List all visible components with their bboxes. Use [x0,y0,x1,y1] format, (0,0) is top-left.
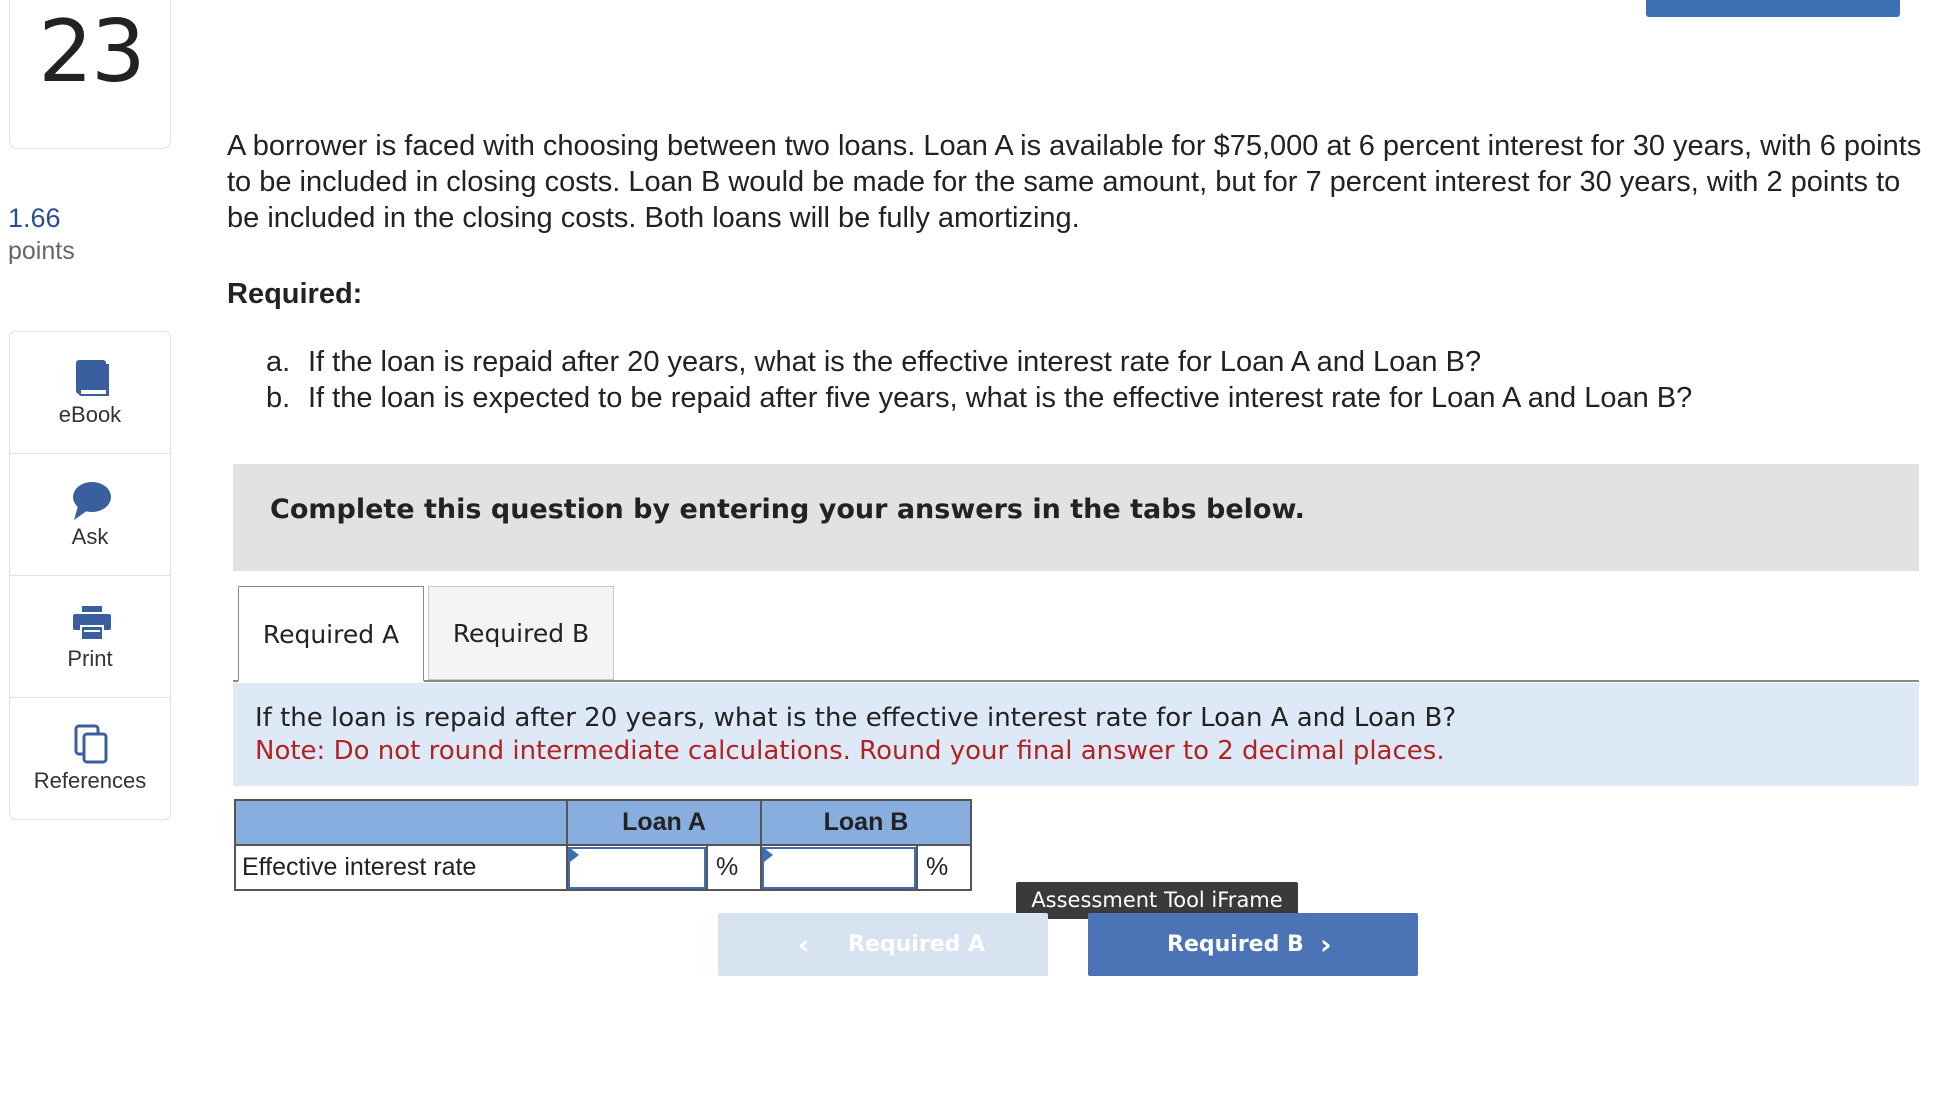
loan-a-cell [566,844,708,891]
points-value: 1.66 [8,203,61,233]
tool-sidebar: eBook Ask Print References [9,331,171,820]
print-button[interactable]: Print [10,576,170,698]
required-item-b: b. If the loan is expected to be repaid a… [266,380,1692,416]
problem-intro: A borrower is faced with choosing betwee… [227,130,1922,234]
question-number: 23 [38,2,145,102]
tab-required-b[interactable]: Required B [428,586,614,680]
required-item-text: If the loan is expected to be repaid aft… [308,382,1693,414]
header-empty [234,799,568,846]
chevron-left-icon: ‹ [798,928,810,961]
ebook-button[interactable]: eBook [10,332,170,454]
ask-button[interactable]: Ask [10,454,170,576]
instructions-bar: Complete this question by entering your … [233,464,1919,571]
next-button-label: Required B [1167,932,1304,957]
loan-a-unit: % [706,844,762,891]
chevron-right-icon: › [1320,928,1332,961]
book-icon [76,360,109,396]
printer-icon [73,606,111,641]
prev-button-label: Required A [848,932,986,957]
table-row: Effective interest rate % % [234,844,972,891]
header-loan-b: Loan B [760,799,972,846]
required-item-text: If the loan is repaid after 20 years, wh… [308,346,1482,378]
row-label: Effective interest rate [234,844,568,891]
loan-b-input[interactable] [762,846,916,889]
required-item-letter: a. [266,346,291,378]
references-label: References [33,768,147,793]
tab-required-a[interactable]: Required A [238,586,424,682]
question-number-box: 23 [9,0,171,149]
panel-question: If the loan is repaid after 20 years, wh… [255,703,1457,733]
loan-b-cell [760,844,918,891]
input-flag-icon [764,848,773,862]
input-flag-icon [570,848,579,862]
loan-a-input[interactable] [568,846,706,889]
loan-b-unit: % [916,844,972,891]
top-action-button[interactable] [1646,0,1900,17]
answer-table: Loan A Loan B Effective interest rate % … [234,799,972,891]
tab-divider [233,680,1919,682]
points-label: points [8,237,75,265]
answer-table-header: Loan A Loan B [234,799,972,846]
required-heading: Required: [227,278,363,310]
question-panel: If the loan is repaid after 20 years, wh… [233,683,1919,786]
required-item-a: a. If the loan is repaid after 20 years, … [266,344,1692,380]
header-loan-a: Loan A [566,799,762,846]
references-button[interactable]: References [10,698,170,820]
required-list: a. If the loan is repaid after 20 years, … [266,344,1692,416]
required-item-letter: b. [266,382,291,414]
prev-button[interactable]: ‹ Required A [718,913,1048,976]
next-button[interactable]: Required B › [1088,913,1418,976]
copy-pages-icon [74,724,108,764]
panel-note: Note: Do not round intermediate calculat… [255,736,1445,766]
speech-bubble-icon [73,482,111,520]
ebook-label: eBook [58,402,122,427]
print-label: Print [67,646,113,671]
ask-label: Ask [71,524,109,549]
instructions-text: Complete this question by entering your … [270,494,1305,525]
